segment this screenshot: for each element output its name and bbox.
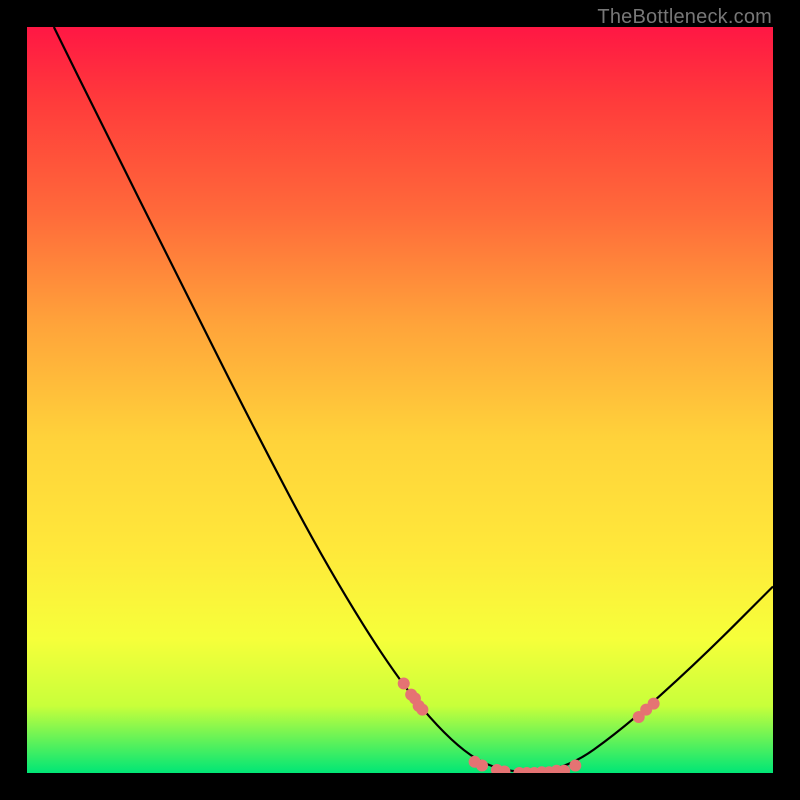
curve-layer (27, 27, 773, 773)
bottleneck-curve (54, 27, 773, 772)
chart-frame: TheBottleneck.com (0, 0, 800, 800)
data-marker (398, 677, 410, 689)
data-marker (476, 760, 488, 772)
data-marker (648, 698, 660, 710)
attribution-text: TheBottleneck.com (597, 6, 772, 29)
data-marker (569, 760, 581, 772)
data-marker (416, 704, 428, 716)
plot-area (27, 27, 773, 773)
